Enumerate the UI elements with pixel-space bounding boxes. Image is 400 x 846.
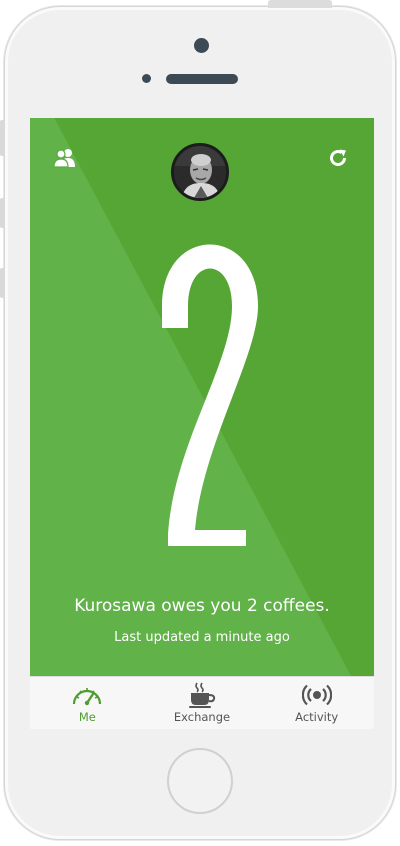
refresh-button[interactable] (326, 146, 350, 170)
friends-button[interactable] (52, 146, 78, 170)
tab-exchange-label: Exchange (173, 710, 231, 724)
home-button[interactable] (167, 748, 233, 814)
front-camera (194, 38, 209, 53)
tab-activity-label: Activity (295, 710, 339, 724)
proximity-sensor (142, 74, 151, 83)
speedometer-icon (73, 688, 102, 706)
tab-me-label: Me (78, 710, 96, 724)
last-updated-text: Last updated a minute ago (114, 630, 290, 645)
refresh-icon (330, 149, 346, 166)
avatar[interactable] (171, 143, 229, 201)
earpiece-speaker (166, 74, 238, 84)
tab-bar: Me Exchange Activity (30, 676, 374, 729)
volume-up-button (0, 198, 5, 228)
owes-message: Kurosawa owes you 2 coffees. (74, 596, 330, 616)
app-screen: Kurosawa owes you 2 coffees. Last update… (30, 118, 374, 729)
balance-panel: Kurosawa owes you 2 coffees. Last update… (30, 118, 374, 676)
profile-photo (174, 146, 226, 198)
power-button (268, 0, 332, 8)
coffee-count-number (162, 244, 258, 546)
volume-down-button (0, 268, 5, 298)
tab-me[interactable]: Me (30, 677, 145, 729)
mute-switch (0, 120, 5, 156)
tab-activity[interactable]: Activity (259, 677, 374, 729)
friends-icon (53, 149, 75, 168)
broadcast-icon (301, 684, 332, 706)
tab-exchange[interactable]: Exchange (145, 677, 260, 729)
coffee-cup-icon (189, 682, 216, 708)
